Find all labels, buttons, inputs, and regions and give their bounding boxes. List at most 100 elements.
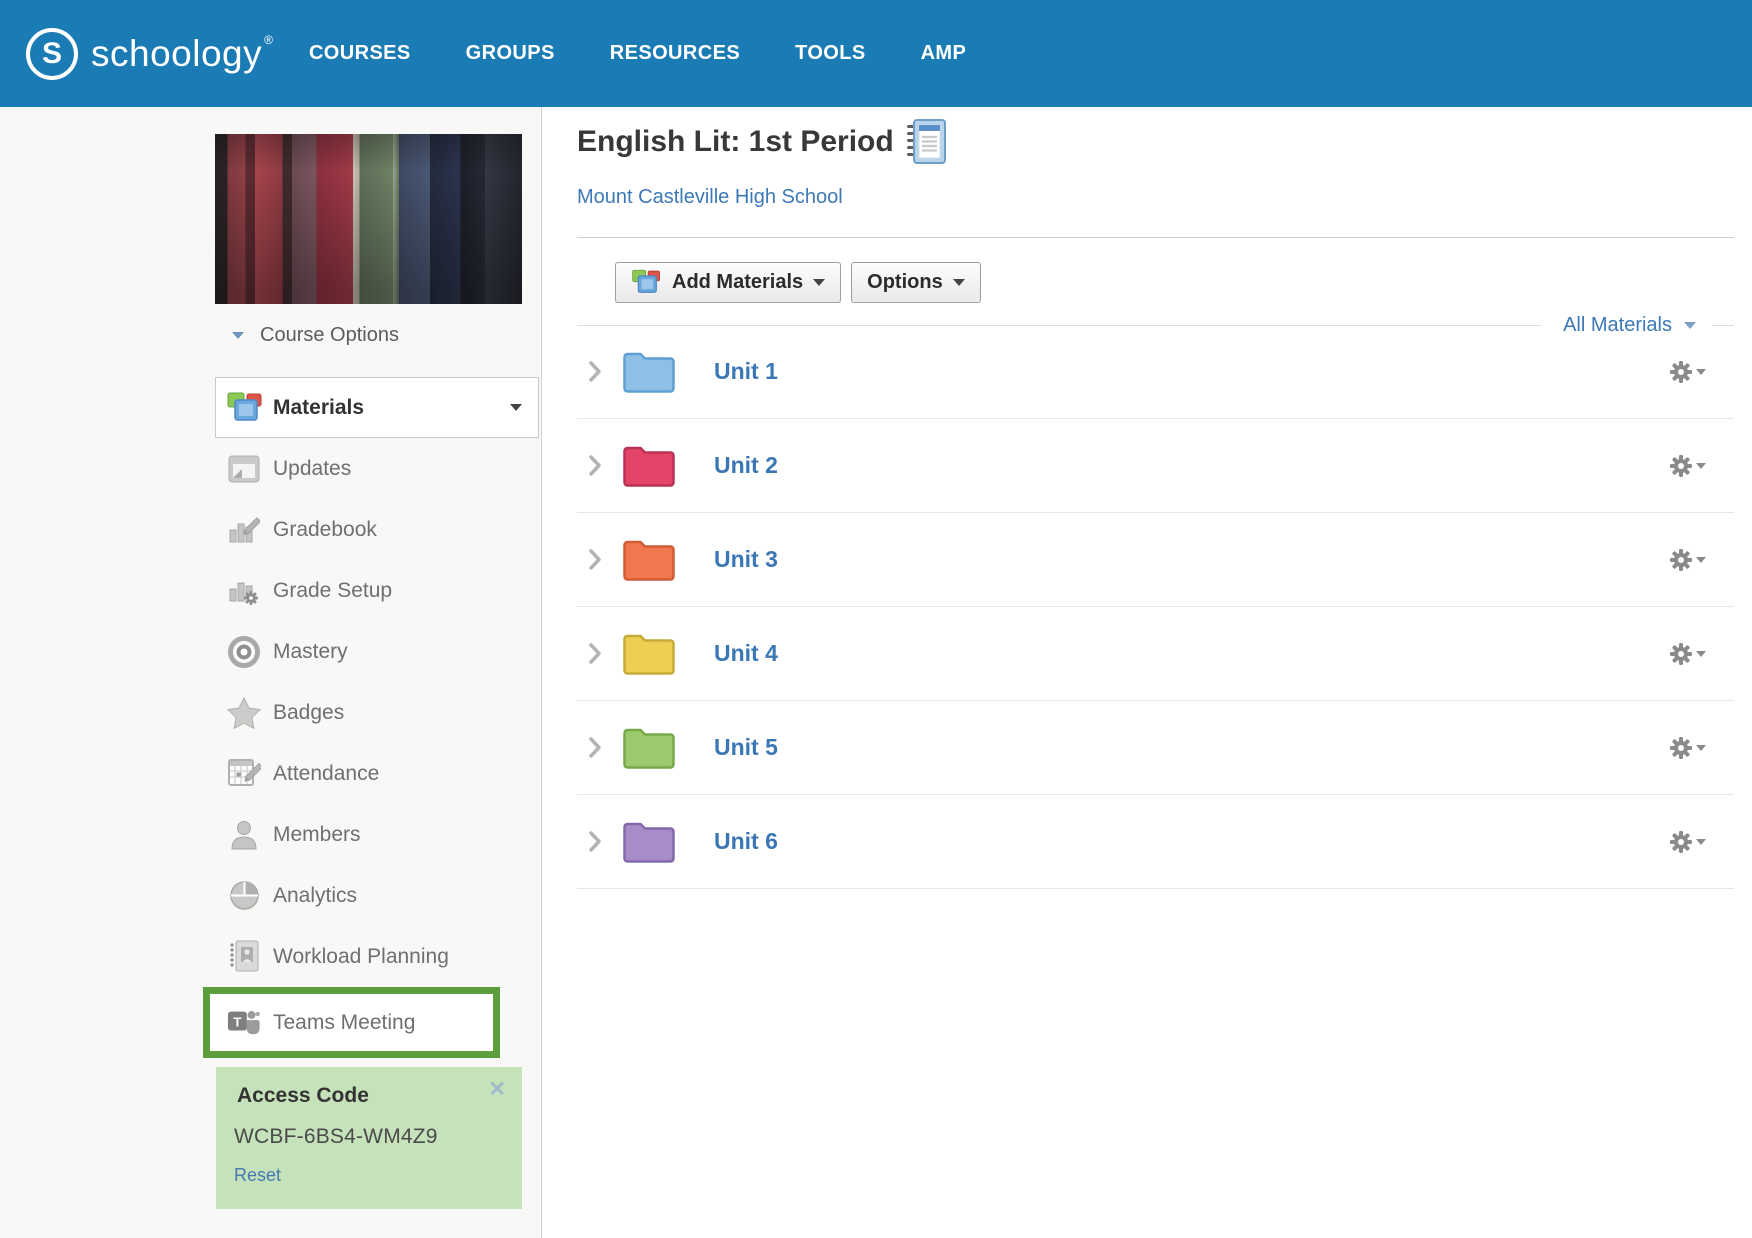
gear-icon <box>1669 736 1693 760</box>
access-code-panel: Access Code ✕ WCBF-6BS4-WM4Z9 Reset <box>216 1067 522 1209</box>
grade-setup-icon <box>227 576 261 606</box>
sidebar-menu: Updates Gradebook Grade Setup Mastery Ba… <box>0 438 541 1058</box>
caret-down-icon <box>1696 745 1706 751</box>
top-navigation-bar: S schoology ® COURSES GROUPS RESOURCES TOOL… <box>0 0 1752 107</box>
sidebar-item-teams-meeting[interactable]: T Teams Meeting <box>203 987 500 1058</box>
caret-down-icon <box>1696 463 1706 469</box>
materials-list: Unit 1 Unit 2 Unit 3 Unit 4 <box>577 325 1734 889</box>
expand-chevron-icon[interactable] <box>588 360 602 383</box>
reset-link[interactable]: Reset <box>234 1165 281 1186</box>
row-actions-menu[interactable] <box>1669 736 1706 760</box>
expand-chevron-icon[interactable] <box>588 736 602 759</box>
unit-row: Unit 1 <box>577 325 1734 419</box>
caret-down-icon <box>1696 369 1706 375</box>
nav-item-resources[interactable]: RESOURCES <box>610 42 740 65</box>
gear-icon <box>1669 642 1693 666</box>
school-link[interactable]: Mount Castleville High School <box>577 186 843 209</box>
unit-link[interactable]: Unit 2 <box>714 452 778 479</box>
row-actions-menu[interactable] <box>1669 830 1706 854</box>
row-actions-menu[interactable] <box>1669 360 1706 384</box>
sidebar-item-gradebook[interactable]: Gradebook <box>0 499 541 560</box>
unit-link[interactable]: Unit 1 <box>714 358 778 385</box>
caret-down-icon <box>510 404 522 411</box>
row-actions-menu[interactable] <box>1669 454 1706 478</box>
caret-down-icon <box>953 279 965 286</box>
badges-icon <box>227 697 261 729</box>
caret-down-icon <box>1696 839 1706 845</box>
add-materials-label: Add Materials <box>672 271 803 294</box>
caret-down-icon <box>232 332 244 339</box>
sidebar-item-grade-setup[interactable]: Grade Setup <box>0 560 541 621</box>
sidebar-item-updates[interactable]: Updates <box>0 438 541 499</box>
materials-label: Materials <box>273 396 364 420</box>
access-code-value: WCBF-6BS4-WM4Z9 <box>234 1125 438 1149</box>
sidebar-item-materials[interactable]: Materials <box>215 377 539 438</box>
expand-chevron-icon[interactable] <box>588 454 602 477</box>
unit-link[interactable]: Unit 3 <box>714 546 778 573</box>
sidebar-item-members[interactable]: Members <box>0 804 541 865</box>
unit-link[interactable]: Unit 4 <box>714 640 778 667</box>
unit-link[interactable]: Unit 6 <box>714 828 778 855</box>
updates-icon <box>227 455 261 483</box>
sidebar-item-analytics[interactable]: Analytics <box>0 865 541 926</box>
folder-icon[interactable] <box>622 725 676 770</box>
folder-icon[interactable] <box>622 631 676 676</box>
options-button[interactable]: Options <box>851 262 981 303</box>
sidebar-item-mastery[interactable]: Mastery <box>0 621 541 682</box>
course-options-label: Course Options <box>260 324 399 347</box>
sidebar-item-attendance[interactable]: Attendance <box>0 743 541 804</box>
folder-icon[interactable] <box>622 443 676 488</box>
caret-down-icon <box>813 279 825 286</box>
unit-row: Unit 2 <box>577 419 1734 513</box>
logo-text: schoology <box>91 33 262 75</box>
registered-mark: ® <box>264 33 273 47</box>
nav-item-amp[interactable]: AMP <box>921 42 967 65</box>
sidebar-item-badges[interactable]: Badges <box>0 682 541 743</box>
add-materials-icon <box>631 269 662 296</box>
sidebar-item-workload-planning[interactable]: Workload Planning <box>0 926 541 987</box>
row-actions-menu[interactable] <box>1669 642 1706 666</box>
workload-planning-icon <box>227 940 261 973</box>
gear-icon <box>1669 360 1693 384</box>
notebook-icon <box>906 119 947 165</box>
page-title: English Lit: 1st Period <box>577 125 894 159</box>
expand-chevron-icon[interactable] <box>588 642 602 665</box>
materials-icon <box>226 392 264 424</box>
add-materials-button[interactable]: Add Materials <box>615 262 841 303</box>
gear-icon <box>1669 548 1693 572</box>
unit-link[interactable]: Unit 5 <box>714 734 778 761</box>
unit-row: Unit 4 <box>577 607 1734 701</box>
folder-icon[interactable] <box>622 819 676 864</box>
teams-icon: T <box>227 1007 261 1038</box>
schoology-logo[interactable]: S schoology ® <box>26 28 273 80</box>
mastery-icon <box>227 636 261 668</box>
course-options-button[interactable]: Course Options <box>215 320 399 350</box>
gradebook-icon <box>227 515 261 545</box>
folder-icon[interactable] <box>622 349 676 394</box>
content-area: Course Options Materials Updates Gradebo… <box>0 107 1752 1238</box>
course-sidebar: Course Options Materials Updates Gradebo… <box>0 107 542 1238</box>
main-nav: COURSES GROUPS RESOURCES TOOLS AMP <box>309 42 966 65</box>
course-profile-image <box>215 134 522 304</box>
access-code-title: Access Code <box>237 1084 369 1108</box>
nav-item-groups[interactable]: GROUPS <box>466 42 555 65</box>
analytics-icon <box>227 880 261 911</box>
svg-text:T: T <box>233 1014 241 1029</box>
close-icon[interactable]: ✕ <box>488 1079 506 1100</box>
schoology-s-icon: S <box>26 28 78 80</box>
nav-item-tools[interactable]: TOOLS <box>795 42 866 65</box>
options-label: Options <box>867 271 943 294</box>
schoology-course-page: S schoology ® COURSES GROUPS RESOURCES TOOL… <box>0 0 1752 1238</box>
expand-chevron-icon[interactable] <box>588 830 602 853</box>
folder-icon[interactable] <box>622 537 676 582</box>
row-actions-menu[interactable] <box>1669 548 1706 572</box>
unit-row: Unit 6 <box>577 795 1734 889</box>
expand-chevron-icon[interactable] <box>588 548 602 571</box>
caret-down-icon <box>1696 651 1706 657</box>
unit-row: Unit 5 <box>577 701 1734 795</box>
members-icon <box>227 819 261 850</box>
gear-icon <box>1669 454 1693 478</box>
divider <box>577 237 1734 238</box>
gear-icon <box>1669 830 1693 854</box>
nav-item-courses[interactable]: COURSES <box>309 42 411 65</box>
